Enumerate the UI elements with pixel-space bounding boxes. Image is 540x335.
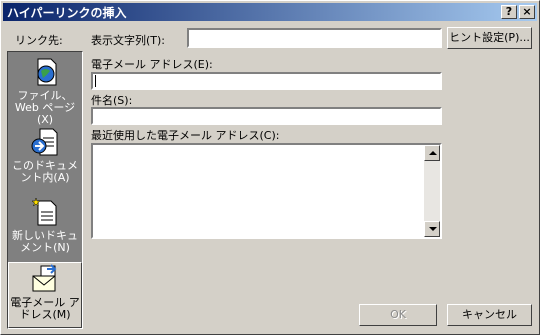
email-address-label: 電子メール アドレス(E): [91, 58, 213, 71]
scroll-up-button[interactable] [424, 145, 440, 161]
sidebar-item-new-document[interactable]: 新しいドキュメント(N) [8, 196, 82, 262]
this-document-icon [31, 128, 58, 156]
subject-input[interactable] [91, 107, 442, 125]
screen-tip-button[interactable]: ヒント設定(P)... [447, 27, 532, 49]
sidebar-item-label: このドキュメント内(A) [12, 159, 78, 184]
recent-addresses-list[interactable] [91, 143, 442, 239]
title-bar[interactable]: ハイパーリンクの挿入 ? × [3, 3, 537, 21]
scroll-down-button[interactable] [424, 221, 440, 237]
display-text-label: 表示文字列(T): [91, 34, 166, 47]
link-to-label: リンク先: [15, 34, 63, 47]
sidebar-item-web-page[interactable]: ファイル、Web ページ(X) [8, 56, 82, 126]
close-button[interactable]: × [519, 5, 535, 19]
vertical-scrollbar[interactable] [424, 145, 440, 237]
display-text-input[interactable] [187, 28, 442, 48]
recent-addresses-label: 最近使用した電子メール アドレス(C): [91, 129, 280, 142]
sidebar-item-email-address[interactable]: 電子メール アドレス(M) [8, 262, 82, 328]
ok-button[interactable]: OK [359, 304, 437, 326]
help-button[interactable]: ? [501, 5, 517, 19]
new-document-icon [31, 197, 57, 226]
email-address-input[interactable] [91, 72, 442, 90]
sidebar-item-label: 電子メール アドレス(M) [10, 296, 80, 321]
sidebar-item-label: ファイル、Web ページ(X) [14, 89, 76, 126]
arrow-up-icon [429, 151, 437, 155]
text-cursor [95, 75, 96, 87]
cancel-button[interactable]: キャンセル [447, 304, 532, 326]
email-address-icon [32, 264, 57, 292]
sidebar-item-this-document[interactable]: このドキュメント内(A) [8, 126, 82, 192]
link-to-sidebar: ファイル、Web ページ(X) このドキュメント内(A) 新しいドキュメント(N… [7, 51, 83, 329]
sidebar-item-label: 新しいドキュメント(N) [12, 229, 78, 254]
insert-hyperlink-dialog: ハイパーリンクの挿入 ? × リンク先: ファイル、Web ページ(X) このド… [0, 0, 540, 335]
subject-label: 件名(S): [91, 94, 133, 107]
arrow-down-icon [429, 227, 437, 231]
dialog-title: ハイパーリンクの挿入 [7, 6, 127, 20]
web-page-icon [37, 58, 57, 86]
